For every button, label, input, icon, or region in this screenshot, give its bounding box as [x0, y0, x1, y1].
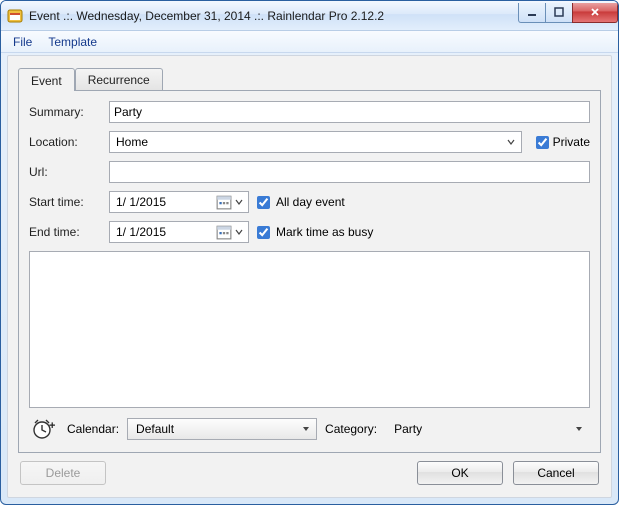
start-time-label: Start time:: [29, 195, 101, 209]
chevron-down-icon: [571, 425, 587, 433]
start-date-value: 1/ 1/2015: [116, 195, 166, 209]
tabs-strip: Event Recurrence: [18, 66, 601, 90]
end-date-input[interactable]: 1/ 1/2015: [109, 221, 249, 243]
summary-row: Summary:: [29, 101, 590, 123]
chevron-down-icon: [232, 194, 246, 210]
client-area: Event Recurrence Summary: Location: Home: [7, 55, 612, 498]
bottom-row: + Calendar: Default Category: Party: [29, 416, 590, 442]
calendar-value: Default: [134, 422, 298, 436]
window-title: Event .:. Wednesday, December 31, 2014 .…: [29, 9, 519, 23]
chevron-down-icon: [232, 224, 246, 240]
delete-button[interactable]: Delete: [20, 461, 106, 485]
mark-busy-group: Mark time as busy: [257, 225, 373, 239]
calendar-icon: [216, 224, 232, 240]
url-row: Url:: [29, 161, 590, 183]
menu-file[interactable]: File: [5, 33, 40, 51]
maximize-button[interactable]: [545, 3, 573, 23]
chevron-down-icon: [298, 425, 314, 433]
minimize-button[interactable]: [518, 3, 546, 23]
alarm-button[interactable]: +: [29, 416, 59, 442]
svg-text:+: +: [49, 420, 55, 432]
all-day-checkbox[interactable]: [257, 196, 270, 209]
menu-template[interactable]: Template: [40, 33, 105, 51]
chevron-down-icon: [503, 134, 519, 150]
tab-recurrence[interactable]: Recurrence: [75, 68, 163, 90]
calendar-label: Calendar:: [67, 422, 119, 436]
calendar-combo[interactable]: Default: [127, 418, 317, 440]
category-value: Party: [392, 422, 571, 436]
private-group: Private: [536, 135, 590, 149]
end-time-label: End time:: [29, 225, 101, 239]
mark-busy-checkbox[interactable]: [257, 226, 270, 239]
menu-bar: File Template: [1, 31, 618, 53]
ok-button[interactable]: OK: [417, 461, 503, 485]
titlebar: Event .:. Wednesday, December 31, 2014 .…: [1, 1, 618, 31]
app-icon: [7, 8, 23, 24]
url-input[interactable]: [109, 161, 590, 183]
url-label: Url:: [29, 165, 101, 179]
close-button[interactable]: [572, 3, 618, 23]
category-label: Category:: [325, 422, 377, 436]
summary-input[interactable]: [109, 101, 590, 123]
tab-event[interactable]: Event: [18, 68, 75, 91]
location-combo[interactable]: Home: [109, 131, 522, 153]
summary-label: Summary:: [29, 105, 101, 119]
all-day-label: All day event: [276, 195, 345, 209]
calendar-icon: [216, 194, 232, 210]
start-time-row: Start time: 1/ 1/2015 All day event: [29, 191, 590, 213]
location-row: Location: Home Private: [29, 131, 590, 153]
private-label: Private: [553, 135, 590, 149]
window-frame: Event .:. Wednesday, December 31, 2014 .…: [0, 0, 619, 505]
location-label: Location:: [29, 135, 101, 149]
all-day-group: All day event: [257, 195, 345, 209]
end-time-row: End time: 1/ 1/2015 Mark time as busy: [29, 221, 590, 243]
description-textarea[interactable]: [29, 251, 590, 408]
mark-busy-label: Mark time as busy: [276, 225, 373, 239]
end-date-value: 1/ 1/2015: [116, 225, 166, 239]
cancel-button[interactable]: Cancel: [513, 461, 599, 485]
category-combo[interactable]: Party: [385, 418, 590, 440]
private-checkbox[interactable]: [536, 136, 549, 149]
start-date-input[interactable]: 1/ 1/2015: [109, 191, 249, 213]
location-value: Home: [114, 135, 503, 149]
dialog-footer: Delete OK Cancel: [18, 453, 601, 487]
tab-event-panel: Summary: Location: Home Private: [18, 90, 601, 453]
window-controls: [519, 3, 618, 23]
